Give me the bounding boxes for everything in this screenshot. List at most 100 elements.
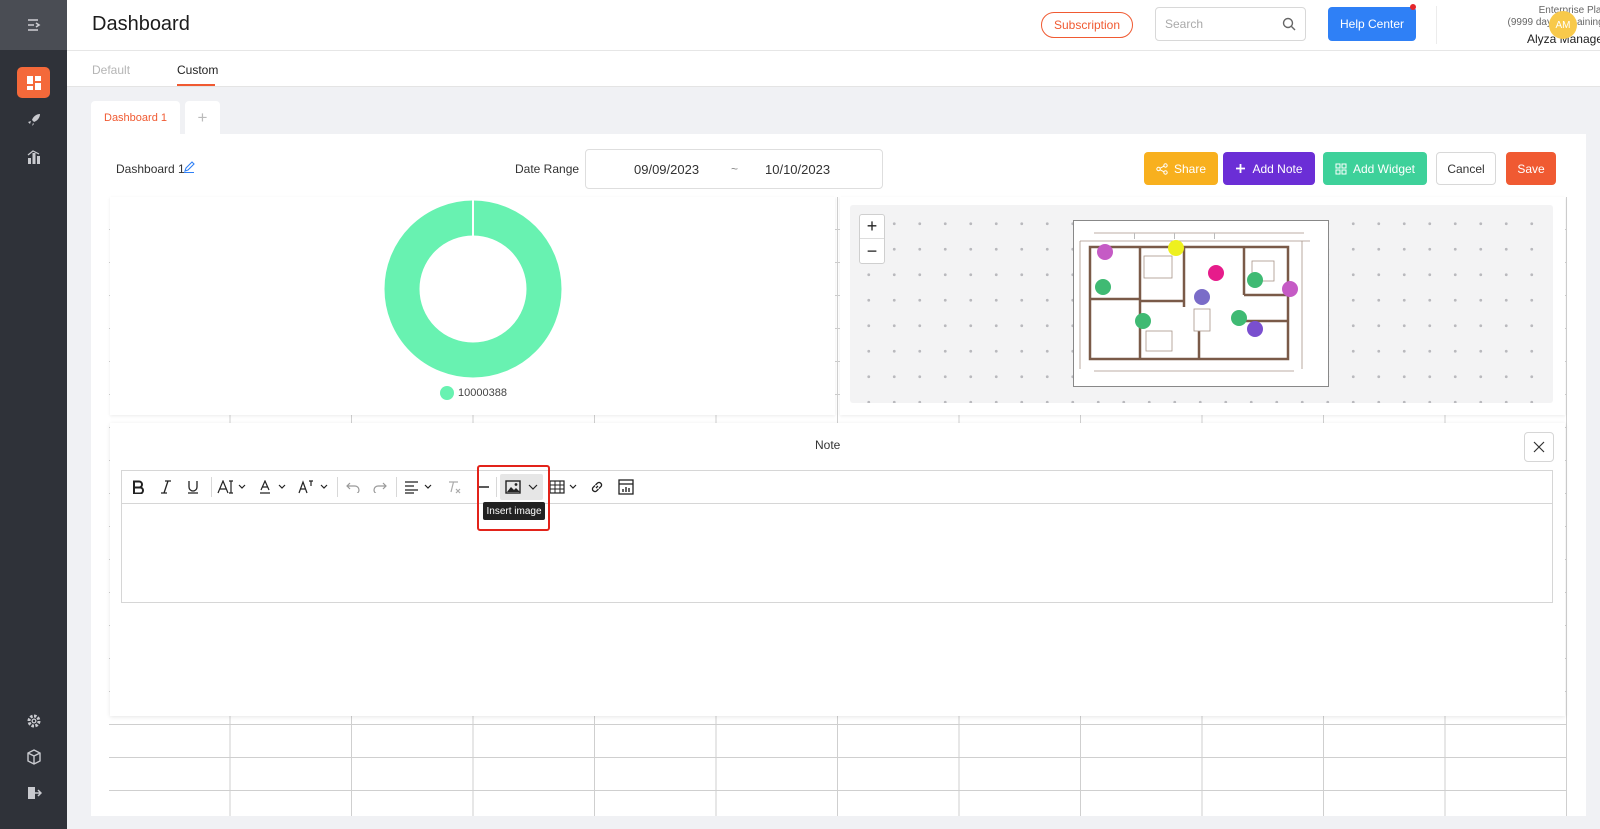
page-title: Dashboard [92,13,190,35]
sidebar [0,0,67,829]
marker-purple-2[interactable] [1282,281,1298,297]
add-widget-button[interactable]: Add Widget [1323,152,1427,185]
chart-icon [618,479,634,495]
bold-button[interactable] [130,475,146,499]
align-dropdown[interactable] [404,475,436,499]
floor-plan-image [1073,220,1329,387]
insert-table-dropdown[interactable] [549,475,581,499]
italic-icon [161,480,171,494]
date-separator: ~ [731,162,739,176]
date-end[interactable]: 10/10/2023 [765,162,830,177]
marker-violet-2[interactable] [1247,321,1263,337]
edit-name-icon[interactable] [183,161,195,173]
menu-toggle-button[interactable] [0,0,67,50]
search-input[interactable] [1165,17,1275,31]
insert-link-button[interactable] [589,475,605,499]
font-size-icon [217,480,246,494]
share-icon [1156,162,1168,175]
avatar[interactable]: AM [1549,11,1577,39]
share-button[interactable]: Share [1144,152,1218,185]
marker-green-2[interactable] [1247,272,1263,288]
rocket-icon [27,113,40,126]
underline-icon [188,481,198,494]
sidebar-item-launch[interactable] [17,104,50,135]
search-icon[interactable] [1282,17,1296,31]
tab-dashboard-1[interactable]: Dashboard 1 [91,101,180,134]
tab-default[interactable]: Default [92,63,130,77]
donut-slice-10000388[interactable] [384,200,562,378]
date-range-label: Date Range [515,162,580,176]
sidebar-item-dashboard[interactable] [17,67,50,98]
add-dashboard-tab-button[interactable]: + [185,101,220,134]
marker-yellow[interactable] [1168,240,1184,256]
underline-button[interactable] [185,475,201,499]
undo-button[interactable] [345,475,361,499]
floor-plan-drawing [1079,232,1310,372]
undo-icon [346,482,360,493]
marker-green-4[interactable] [1231,310,1247,326]
close-note-button[interactable] [1524,432,1554,462]
insert-image-tooltip: Insert image [483,502,545,520]
sidebar-item-settings[interactable] [17,705,50,736]
toolbar-separator [337,477,338,497]
marker-green-1[interactable] [1095,279,1111,295]
help-center-button[interactable]: Help Center [1328,7,1416,41]
marker-violet-1[interactable] [1194,289,1210,305]
date-range-picker[interactable]: 09/09/2023 ~ 10/10/2023 [585,149,883,189]
sidebar-item-analytics[interactable] [17,141,50,172]
zoom-out-button[interactable]: − [860,239,884,263]
marker-pink[interactable] [1208,265,1224,281]
share-label: Share [1173,161,1207,176]
sidebar-item-packages[interactable] [17,741,50,772]
toolbar-separator [211,477,212,497]
add-note-label: Add Note [1252,161,1303,176]
analytics-icon [27,149,40,164]
close-icon [1533,441,1545,453]
redo-icon [373,482,387,493]
italic-button[interactable] [158,475,174,499]
redo-button[interactable] [372,475,388,499]
subscription-button[interactable]: Subscription [1041,12,1133,38]
widget-grid-icon [1335,163,1347,174]
insert-chart-button[interactable] [617,475,635,499]
legend-swatch [440,386,454,400]
note-editor-body[interactable] [121,503,1553,603]
clear-format-button[interactable] [446,475,462,499]
align-left-icon [405,481,432,494]
editor-toolbar [121,470,1553,503]
cancel-button[interactable]: Cancel [1436,152,1496,185]
sidebar-item-logout[interactable] [17,777,50,808]
font-color-icon [260,480,286,494]
dashboard-name: Dashboard 1 [116,162,185,176]
donut-chart-widget[interactable] [110,197,835,415]
collapse-menu-icon [27,19,40,31]
zoom-control: + − [859,214,885,264]
font-color-dropdown[interactable] [259,475,291,499]
text-style-dropdown[interactable] [298,475,332,499]
view-tabs: Default Custom [67,51,1600,87]
donut-chart [384,200,562,378]
date-start[interactable]: 09/09/2023 [634,162,699,177]
marker-green-3[interactable] [1135,313,1151,329]
note-title: Note [815,438,841,452]
highlight-box [477,465,550,531]
text-style-icon [298,480,328,494]
font-size-dropdown[interactable] [216,475,250,499]
plus-icon [1236,164,1246,173]
legend-label: 10000388 [458,387,507,399]
clear-format-icon [449,481,461,494]
link-icon [591,481,603,493]
search-box[interactable] [1155,7,1306,41]
marker-purple-1[interactable] [1097,244,1113,260]
logout-icon [27,786,42,799]
cube-icon [26,748,41,765]
add-widget-label: Add Widget [1352,161,1416,176]
save-button[interactable]: Save [1506,152,1556,185]
zoom-in-button[interactable]: + [860,215,884,239]
bold-icon [133,480,144,494]
add-note-button[interactable]: Add Note [1223,152,1315,185]
tab-custom[interactable]: Custom [177,63,218,77]
table-icon [549,480,577,494]
top-header: Dashboard Subscription Help Center Enter… [67,0,1600,51]
gear-icon [27,714,40,727]
